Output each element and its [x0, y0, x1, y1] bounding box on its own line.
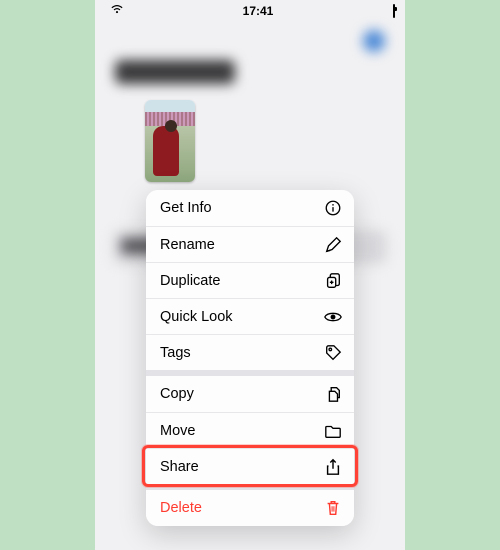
menu-item-copy[interactable]: Copy: [146, 376, 354, 412]
file-thumbnail[interactable]: [145, 100, 195, 182]
menu-item-label: Get Info: [160, 200, 212, 216]
menu-item-label: Quick Look: [160, 309, 233, 325]
menu-item-get-info[interactable]: Get Info: [146, 190, 354, 226]
copy-icon: [324, 385, 342, 403]
share-icon: [324, 458, 342, 476]
tags-icon: [324, 344, 342, 362]
menu-item-move[interactable]: Move: [146, 412, 354, 448]
menu-item-label: Duplicate: [160, 273, 220, 289]
menu-item-label: Move: [160, 423, 195, 439]
menu-item-delete[interactable]: Delete: [146, 490, 354, 526]
status-bar: 17:41: [95, 0, 405, 20]
menu-item-label: Rename: [160, 237, 215, 253]
clock: 17:41: [123, 4, 393, 18]
menu-item-tags[interactable]: Tags: [146, 334, 354, 370]
menu-item-share[interactable]: Share: [146, 448, 354, 484]
menu-item-label: Share: [160, 459, 199, 475]
phone-frame: 17:41 Get Info Rename Duplicate Quick Look T…: [95, 0, 405, 550]
menu-item-quick-look[interactable]: Quick Look: [146, 298, 354, 334]
menu-item-rename[interactable]: Rename: [146, 226, 354, 262]
quick-look-icon: [324, 308, 342, 326]
duplicate-icon: [324, 272, 342, 290]
delete-icon: [324, 499, 342, 517]
rename-icon: [324, 236, 342, 254]
menu-item-duplicate[interactable]: Duplicate: [146, 262, 354, 298]
menu-item-label: Tags: [160, 345, 191, 361]
wifi-icon: [111, 5, 123, 17]
battery-charging-icon: [393, 5, 395, 17]
context-menu: Get Info Rename Duplicate Quick Look Tags Cop…: [146, 190, 354, 526]
get-info-icon: [324, 199, 342, 217]
menu-item-label: Copy: [160, 386, 194, 402]
move-icon: [324, 422, 342, 440]
menu-item-label: Delete: [160, 500, 202, 516]
